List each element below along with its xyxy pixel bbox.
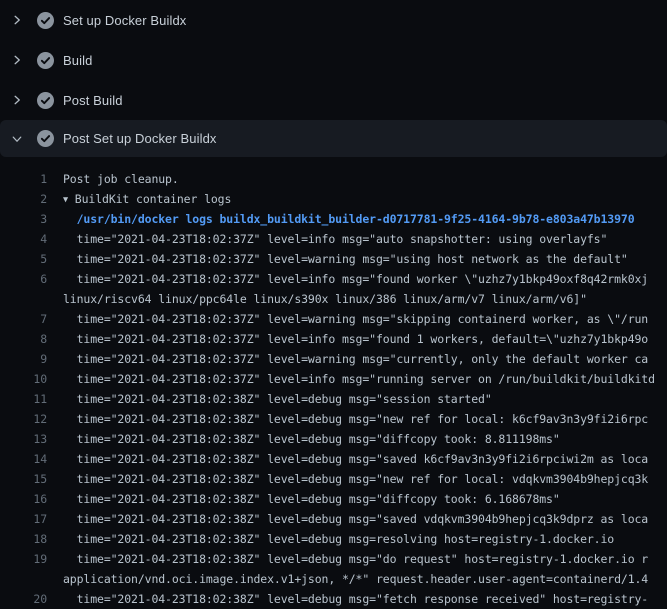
line-number[interactable]: 10 (0, 369, 47, 389)
log-line: 9 time="2021-04-23T18:02:37Z" level=warn… (0, 349, 667, 369)
check-circle-icon (37, 12, 54, 29)
line-number[interactable]: 12 (0, 409, 47, 429)
log-line: 3 /usr/bin/docker logs buildx_buildkit_b… (0, 209, 667, 229)
step-row-post-build[interactable]: Post Build (0, 80, 667, 120)
chevron-right-icon (10, 93, 24, 107)
line-number[interactable]: 1 (0, 169, 47, 189)
log-text: time="2021-04-23T18:02:38Z" level=debug … (63, 529, 614, 549)
log-line: 8 time="2021-04-23T18:02:37Z" level=info… (0, 329, 667, 349)
log-text[interactable]: ▼ BuildKit container logs (63, 189, 231, 209)
log-output[interactable]: 1 Post job cleanup. 2 ▼ BuildKit container … (0, 157, 667, 609)
log-line: 1 Post job cleanup. (0, 169, 667, 189)
log-line: 2 ▼ BuildKit container logs (0, 189, 667, 209)
line-number[interactable]: 7 (0, 309, 47, 329)
step-title: Build (63, 54, 92, 67)
log-line: 16 time="2021-04-23T18:02:38Z" level=deb… (0, 489, 667, 509)
line-number[interactable]: 8 (0, 329, 47, 349)
line-number[interactable]: 14 (0, 449, 47, 469)
log-command-text: /usr/bin/docker logs buildx_buildkit_bui… (63, 209, 635, 229)
log-text: time="2021-04-23T18:02:38Z" level=debug … (63, 549, 648, 569)
line-number (0, 569, 47, 589)
line-number[interactable]: 2 (0, 189, 47, 209)
line-number[interactable]: 15 (0, 469, 47, 489)
log-text: linux/riscv64 linux/ppc64le linux/s390x … (63, 289, 587, 309)
line-number[interactable]: 11 (0, 389, 47, 409)
log-text: time="2021-04-23T18:02:38Z" level=debug … (63, 389, 492, 409)
line-number[interactable]: 17 (0, 509, 47, 529)
chevron-right-icon (10, 13, 24, 27)
line-number[interactable]: 6 (0, 269, 47, 289)
log-line: 15 time="2021-04-23T18:02:38Z" level=deb… (0, 469, 667, 489)
log-text: time="2021-04-23T18:02:38Z" level=debug … (63, 489, 560, 509)
log-text: Post job cleanup. (63, 169, 179, 189)
line-number[interactable]: 16 (0, 489, 47, 509)
line-number[interactable]: 3 (0, 209, 47, 229)
log-text: time="2021-04-23T18:02:38Z" level=debug … (63, 589, 648, 609)
line-number[interactable]: 9 (0, 349, 47, 369)
group-collapse-icon[interactable]: ▼ (63, 190, 68, 209)
log-text: time="2021-04-23T18:02:38Z" level=debug … (63, 409, 648, 429)
log-line: 19 time="2021-04-23T18:02:38Z" level=deb… (0, 549, 667, 569)
log-text: time="2021-04-23T18:02:38Z" level=debug … (63, 449, 648, 469)
log-text: time="2021-04-23T18:02:37Z" level=info m… (63, 269, 648, 289)
line-number[interactable]: 13 (0, 429, 47, 449)
log-text: time="2021-04-23T18:02:38Z" level=debug … (63, 469, 648, 489)
check-circle-icon (37, 52, 54, 69)
log-line: 7 time="2021-04-23T18:02:37Z" level=warn… (0, 309, 667, 329)
log-line: 14 time="2021-04-23T18:02:38Z" level=deb… (0, 449, 667, 469)
line-number (0, 289, 47, 309)
step-title: Post Set up Docker Buildx (63, 132, 217, 145)
line-number[interactable]: 20 (0, 589, 47, 609)
log-text: time="2021-04-23T18:02:38Z" level=debug … (63, 509, 648, 529)
step-row-set-up-docker-buildx[interactable]: Set up Docker Buildx (0, 0, 667, 40)
check-circle-icon (37, 130, 54, 147)
log-line: 20 time="2021-04-23T18:02:38Z" level=deb… (0, 589, 667, 609)
log-text: time="2021-04-23T18:02:37Z" level=warnin… (63, 349, 648, 369)
step-title: Post Build (63, 94, 123, 107)
chevron-down-icon (10, 132, 24, 146)
log-line: 5 time="2021-04-23T18:02:37Z" level=warn… (0, 249, 667, 269)
log-line: 6 time="2021-04-23T18:02:37Z" level=info… (0, 269, 667, 289)
log-line: 10 time="2021-04-23T18:02:37Z" level=inf… (0, 369, 667, 389)
log-text: time="2021-04-23T18:02:37Z" level=warnin… (63, 309, 648, 329)
log-line: 13 time="2021-04-23T18:02:38Z" level=deb… (0, 429, 667, 449)
line-number[interactable]: 5 (0, 249, 47, 269)
log-text: time="2021-04-23T18:02:37Z" level=info m… (63, 329, 648, 349)
line-number[interactable]: 4 (0, 229, 47, 249)
steps-list: Set up Docker Buildx Build Post Build Po… (0, 0, 667, 157)
line-number[interactable]: 18 (0, 529, 47, 549)
log-line: 18 time="2021-04-23T18:02:38Z" level=deb… (0, 529, 667, 549)
log-line: 11 time="2021-04-23T18:02:38Z" level=deb… (0, 389, 667, 409)
log-line: 12 time="2021-04-23T18:02:38Z" level=deb… (0, 409, 667, 429)
step-title: Set up Docker Buildx (63, 14, 186, 27)
step-row-post-set-up-docker-buildx[interactable]: Post Set up Docker Buildx (0, 120, 667, 157)
line-number[interactable]: 19 (0, 549, 47, 569)
log-text: time="2021-04-23T18:02:37Z" level=info m… (63, 369, 655, 389)
step-row-build[interactable]: Build (0, 40, 667, 80)
log-text: time="2021-04-23T18:02:37Z" level=warnin… (63, 249, 628, 269)
log-text: time="2021-04-23T18:02:37Z" level=info m… (63, 229, 607, 249)
check-circle-icon (37, 92, 54, 109)
log-line: 4 time="2021-04-23T18:02:37Z" level=info… (0, 229, 667, 249)
log-line-wrap: linux/riscv64 linux/ppc64le linux/s390x … (0, 289, 667, 309)
log-line-wrap: application/vnd.oci.image.index.v1+json,… (0, 569, 667, 589)
log-line: 17 time="2021-04-23T18:02:38Z" level=deb… (0, 509, 667, 529)
log-text: time="2021-04-23T18:02:38Z" level=debug … (63, 429, 560, 449)
chevron-right-icon (10, 53, 24, 67)
log-text: application/vnd.oci.image.index.v1+json,… (63, 569, 648, 589)
